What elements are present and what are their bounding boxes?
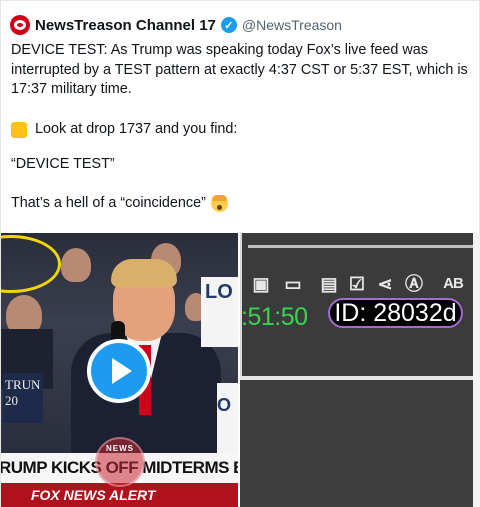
test-toolbar: ▣ ▭ ▤ ☑ ⋖ Ⓐ AB [248, 245, 480, 297]
tweet-paragraph-2: Look at drop 1737 and you find: [11, 120, 473, 140]
test-id-badge: ID: 28032d [328, 298, 463, 328]
clipboard-icon: ▤ [320, 274, 338, 294]
play-button[interactable] [87, 339, 151, 403]
tweet-paragraph-3: “DEVICE TEST” [11, 156, 115, 172]
tweet-header: NewsTreason Channel 17 ✓ @NewsTreason [10, 13, 342, 37]
verified-badge-icon: ✓ [220, 17, 237, 33]
crowd-sign-right: LO [201, 277, 238, 347]
sign-year-text: 20 [5, 393, 18, 408]
test-time: :51:50 [241, 303, 308, 331]
display-name[interactable]: NewsTreason Channel 17 [35, 17, 216, 34]
test-pattern-line [240, 376, 473, 380]
sign-trump-text: TRUN [5, 377, 41, 392]
tweet-media: LO TRUN 20 O RUMP KICKS OFF MIDTERMS BLI… [1, 233, 480, 507]
tweet-paragraph-4-text: That’s a hell of a “coincidence” [11, 195, 206, 211]
media-right-edge [473, 233, 480, 507]
test-pattern-lower [240, 380, 473, 507]
crowd-person [61, 248, 91, 282]
image-icon: ▣ [252, 274, 270, 294]
spellcheck-icon: AB [443, 275, 464, 292]
news-logo: NEWS [95, 437, 145, 487]
vr-headset-icon: ▭ [284, 274, 302, 294]
crowd-sign-trump: TRUN 20 [3, 373, 43, 423]
tweet-paragraph-1: DEVICE TEST: As Trump was speaking today… [11, 42, 468, 97]
user-handle[interactable]: @NewsTreason [242, 17, 342, 33]
video-player[interactable]: LO TRUN 20 O RUMP KICKS OFF MIDTERMS BLI… [1, 233, 238, 507]
yellow-square-icon [11, 121, 27, 138]
tweet-paragraph-2-text: Look at drop 1737 and you find: [35, 121, 238, 137]
shocked-face-emoji-icon [210, 195, 228, 213]
share-icon: ⋖ [377, 274, 393, 294]
tweet-paragraph-4: That’s a hell of a “coincidence” [11, 194, 473, 214]
speaker-hair [111, 259, 177, 287]
tweet-card[interactable]: NewsTreason Channel 17 ✓ @NewsTreason DE… [0, 0, 480, 507]
font-a-icon: Ⓐ [405, 274, 423, 294]
avatar[interactable] [10, 15, 30, 35]
checklist-icon: ☑ [348, 274, 366, 294]
crowd-sign-o: O [217, 383, 238, 453]
